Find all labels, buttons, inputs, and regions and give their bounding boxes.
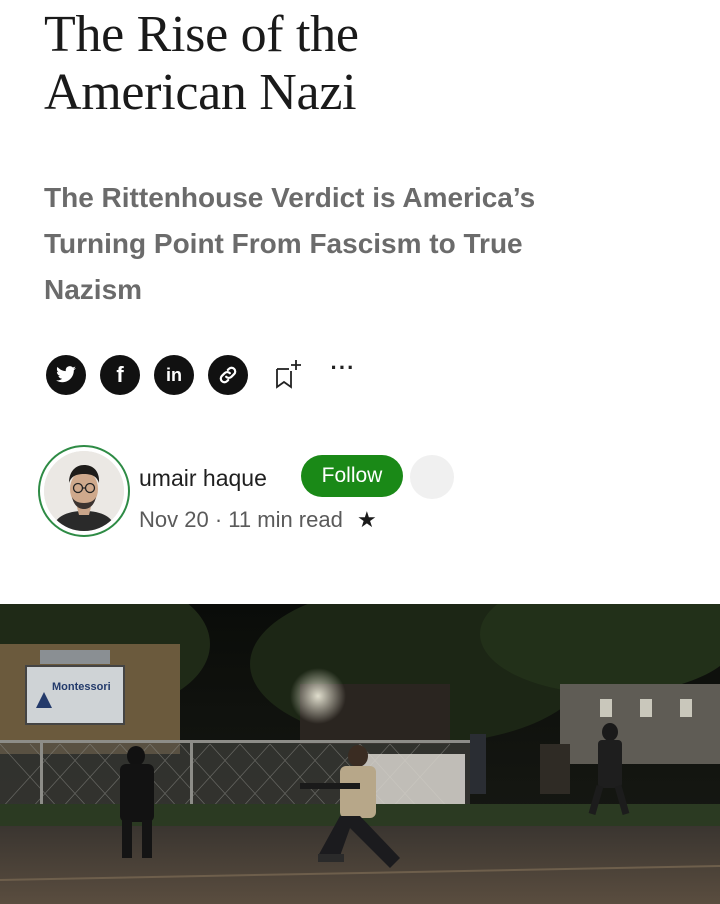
linkedin-icon: in [166,364,182,385]
twitter-share-button[interactable] [46,355,86,395]
publish-date: Nov 20 [139,507,209,532]
facebook-share-button[interactable]: f [100,355,140,395]
avatar [44,451,124,531]
follow-button[interactable]: Follow [301,455,403,497]
article-title-line-1: The Rise of the [44,6,359,63]
article-subtitle-line-3: Nazism [44,274,143,305]
article-meta: Nov 20 · 11 min read ★ [139,507,377,533]
article-subtitle-line-2: Turning Point From Fascism to True [44,228,523,259]
more-icon: ··· [330,355,356,380]
twitter-icon [55,366,77,384]
subscribe-placeholder-button[interactable] [410,455,454,499]
article-title-line-2: American Nazi [44,64,357,121]
montessori-sign-text: Montessori [52,681,111,693]
meta-separator: · [214,507,223,532]
article-subtitle-line-1: The Rittenhouse Verdict is America’s [44,182,536,213]
author-byline: umair haque Follow Nov 20 · 11 min read … [38,445,698,545]
bookmark-add-icon [270,360,304,395]
hero-image: Montessori [0,604,720,904]
linkedin-share-button[interactable]: in [154,355,194,395]
more-options-button[interactable]: ··· [326,357,360,391]
article-title: The Rise of the American Nazi [44,6,704,122]
link-icon [217,364,239,386]
read-time: 11 min read [228,507,343,532]
member-only-star-icon: ★ [356,507,377,532]
author-name[interactable]: umair haque [139,465,267,492]
article-subtitle: The Rittenhouse Verdict is America’s Tur… [44,175,664,313]
author-avatar-ring[interactable] [38,445,130,537]
save-to-list-button[interactable] [270,357,304,391]
copy-link-button[interactable] [208,355,248,395]
facebook-icon: f [116,362,124,387]
